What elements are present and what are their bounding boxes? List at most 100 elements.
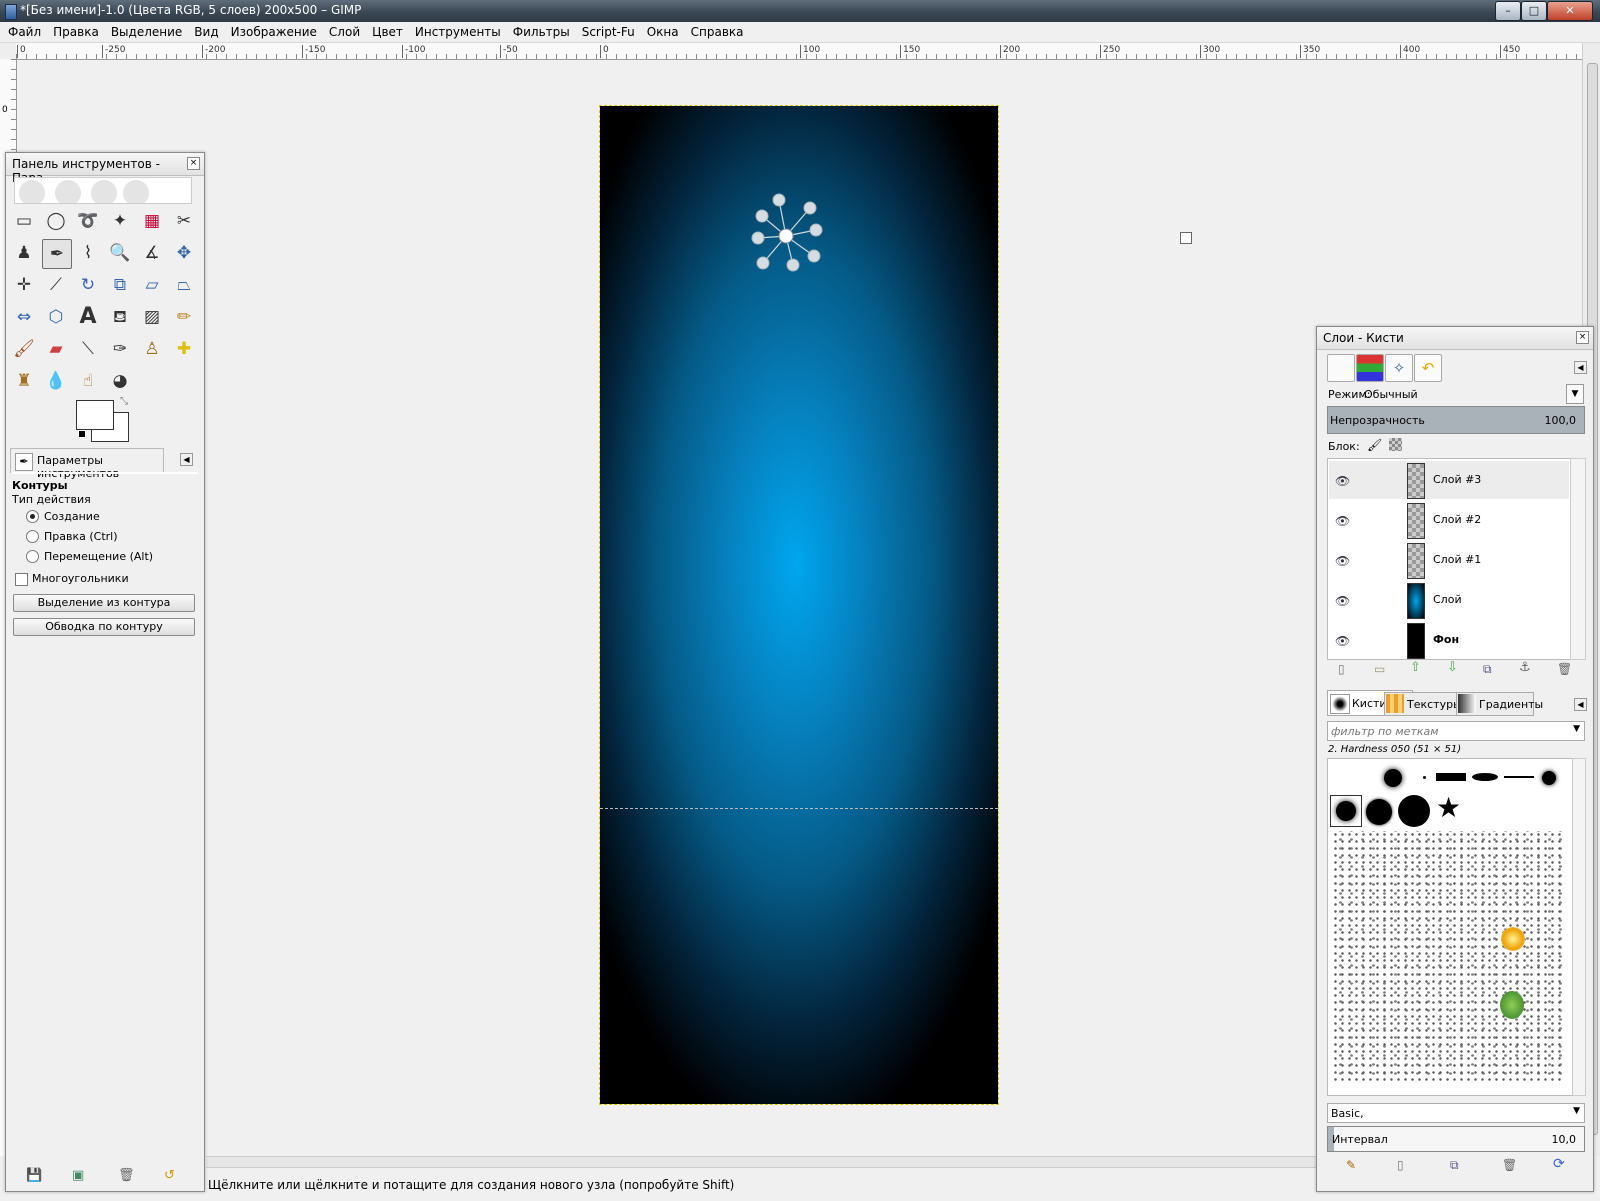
radio-move-label[interactable]: Перемещение (Alt) xyxy=(44,550,153,563)
menu-edit[interactable]: Правка xyxy=(47,22,105,42)
fuzzy-select-icon[interactable]: ✦ xyxy=(106,207,134,235)
brush-tab-menu-icon[interactable]: ◀ xyxy=(1574,698,1587,711)
new-group-icon[interactable]: ▭ xyxy=(1374,662,1385,676)
duplicate-brush-icon[interactable]: ⧉ xyxy=(1450,1158,1459,1173)
radio-edit-label[interactable]: Правка (Ctrl) xyxy=(44,530,118,543)
layers-scrollbar[interactable] xyxy=(1570,458,1586,660)
lower-layer-icon[interactable]: ⇩ xyxy=(1447,660,1458,675)
ruler-corner[interactable] xyxy=(0,43,17,60)
paths-tool-icon[interactable]: ✒ xyxy=(42,239,72,269)
path-nodes-graphic[interactable] xyxy=(746,188,826,272)
flip-icon[interactable]: ⇔ xyxy=(10,303,38,331)
heal-icon[interactable]: ✚ xyxy=(170,335,198,363)
blur-icon[interactable]: 💧 xyxy=(42,367,70,395)
menu-select[interactable]: Выделение xyxy=(105,22,188,42)
layer-row[interactable]: 👁 Слой #2 xyxy=(1329,501,1569,539)
smudge-icon[interactable]: ☝ xyxy=(74,367,102,395)
tab-tool-options[interactable]: ✒ Параметры инструментов xyxy=(10,448,164,480)
perspective-clone-icon[interactable]: ♜ xyxy=(10,367,38,395)
brush-preset-dropdown[interactable]: Basic, ▼ xyxy=(1327,1103,1585,1123)
delete-brush-icon[interactable]: 🗑 xyxy=(1502,1158,1517,1172)
layer-name[interactable]: Слой #3 xyxy=(1433,473,1481,486)
tab-channels-icon[interactable] xyxy=(1356,354,1384,382)
wilber-drop-area[interactable] xyxy=(14,177,192,204)
layer-name[interactable]: Слой #1 xyxy=(1433,553,1481,566)
radio-edit[interactable] xyxy=(26,530,39,543)
radio-create[interactable] xyxy=(26,510,39,523)
menu-script-fu[interactable]: Script-Fu xyxy=(576,22,641,42)
new-layer-icon[interactable]: ▯ xyxy=(1338,662,1345,676)
eye-icon[interactable]: 👁 xyxy=(1335,514,1350,528)
mode-value[interactable]: Обычный xyxy=(1364,388,1418,401)
brush-grid[interactable]: ★ xyxy=(1327,758,1573,1096)
layer-name[interactable]: Слой xyxy=(1433,593,1462,606)
pencil-icon[interactable]: ✏ xyxy=(170,303,198,331)
scale-icon[interactable]: ⧉ xyxy=(106,271,134,299)
menu-filters[interactable]: Фильтры xyxy=(507,22,576,42)
restore-options-icon[interactable]: ▣ xyxy=(72,1168,84,1183)
lock-alpha-icon[interactable] xyxy=(1389,438,1402,451)
default-colors-icon[interactable] xyxy=(78,430,86,438)
zoom-icon[interactable]: 🔍 xyxy=(106,239,134,267)
shear-icon[interactable]: ▱ xyxy=(138,271,166,299)
menu-view[interactable]: Вид xyxy=(188,22,224,42)
delete-layer-icon[interactable]: 🗑 xyxy=(1557,662,1572,676)
polygon-checkbox[interactable] xyxy=(15,573,28,586)
minimize-button[interactable]: – xyxy=(1495,1,1521,21)
clone-icon[interactable]: ♙ xyxy=(138,335,166,363)
crop-icon[interactable]: ⟋ xyxy=(42,271,70,299)
raise-layer-icon[interactable]: ⇧ xyxy=(1410,660,1421,675)
tab-layers-icon[interactable] xyxy=(1327,354,1355,382)
perspective-icon[interactable]: ⏢ xyxy=(170,271,198,299)
tag-filter-input[interactable]: фильтр по меткам ▼ xyxy=(1327,721,1585,741)
swap-colors-icon[interactable]: ⤡ xyxy=(120,396,128,407)
delete-options-icon[interactable]: 🗑 xyxy=(118,1168,135,1183)
dodge-burn-icon[interactable]: ◕ xyxy=(106,367,134,395)
refresh-brushes-icon[interactable]: ⟳ xyxy=(1553,1156,1565,1172)
selection-from-path-button[interactable]: Выделение из контура xyxy=(13,594,195,612)
selected-brush[interactable] xyxy=(1330,795,1362,827)
mode-dropdown-icon[interactable]: ▼ xyxy=(1566,384,1584,404)
radio-move[interactable] xyxy=(26,550,39,563)
tab-menu-icon[interactable]: ◀ xyxy=(180,453,193,466)
spacing-slider[interactable]: Интервал 10,0 xyxy=(1327,1126,1585,1152)
navigate-icon[interactable] xyxy=(1180,232,1192,244)
menu-tools[interactable]: Инструменты xyxy=(409,22,507,42)
menu-help[interactable]: Справка xyxy=(685,22,750,42)
maximize-button[interactable]: □ xyxy=(1521,1,1547,21)
color-picker-icon[interactable]: ⌇ xyxy=(74,239,102,267)
close-icon[interactable]: × xyxy=(187,157,200,170)
bucket-fill-icon[interactable]: ⛾ xyxy=(106,303,134,331)
measure-icon[interactable]: ∡ xyxy=(138,239,166,267)
eye-icon[interactable]: 👁 xyxy=(1335,474,1350,488)
radio-create-label[interactable]: Создание xyxy=(44,510,100,523)
eye-icon[interactable]: 👁 xyxy=(1335,634,1350,648)
brush-grid-scrollbar[interactable] xyxy=(1572,758,1586,1096)
horizontal-scrollbar[interactable] xyxy=(206,1156,1318,1167)
tab-paths-icon[interactable]: ✧ xyxy=(1385,354,1413,382)
eraser-icon[interactable]: ▰ xyxy=(42,335,70,363)
airbrush-icon[interactable]: ⟍ xyxy=(74,335,102,363)
tab-gradients[interactable]: Градиенты xyxy=(1456,692,1543,716)
move-icon[interactable]: ✥ xyxy=(170,239,198,267)
rotate-icon[interactable]: ↻ xyxy=(74,271,102,299)
ink-icon[interactable]: ✑ xyxy=(106,335,134,363)
layer-row[interactable]: 👁 Фон xyxy=(1329,621,1569,659)
align-icon[interactable]: ✛ xyxy=(10,271,38,299)
dock-tab-menu-icon[interactable]: ◀ xyxy=(1574,361,1587,374)
layer-name[interactable]: Слой #2 xyxy=(1433,513,1481,526)
save-options-icon[interactable]: 💾 xyxy=(26,1168,42,1183)
foreground-select-icon[interactable]: ♟ xyxy=(10,239,38,267)
menu-layer[interactable]: Слой xyxy=(323,22,366,42)
menu-image[interactable]: Изображение xyxy=(225,22,323,42)
opacity-slider[interactable]: Непрозрачность 100,0 xyxy=(1327,406,1585,434)
ellipse-select-icon[interactable]: ◯ xyxy=(42,207,70,235)
close-icon[interactable]: × xyxy=(1576,331,1589,344)
layer-row[interactable]: 👁 Слой xyxy=(1329,581,1569,619)
lasso-icon[interactable]: ➰ xyxy=(74,207,102,235)
menu-windows[interactable]: Окна xyxy=(641,22,685,42)
layer-name[interactable]: Фон xyxy=(1433,633,1459,646)
rect-select-icon[interactable]: ▭ xyxy=(10,207,38,235)
select-by-color-icon[interactable]: ▦ xyxy=(138,207,166,235)
cage-transform-icon[interactable]: ⬡ xyxy=(42,303,70,331)
